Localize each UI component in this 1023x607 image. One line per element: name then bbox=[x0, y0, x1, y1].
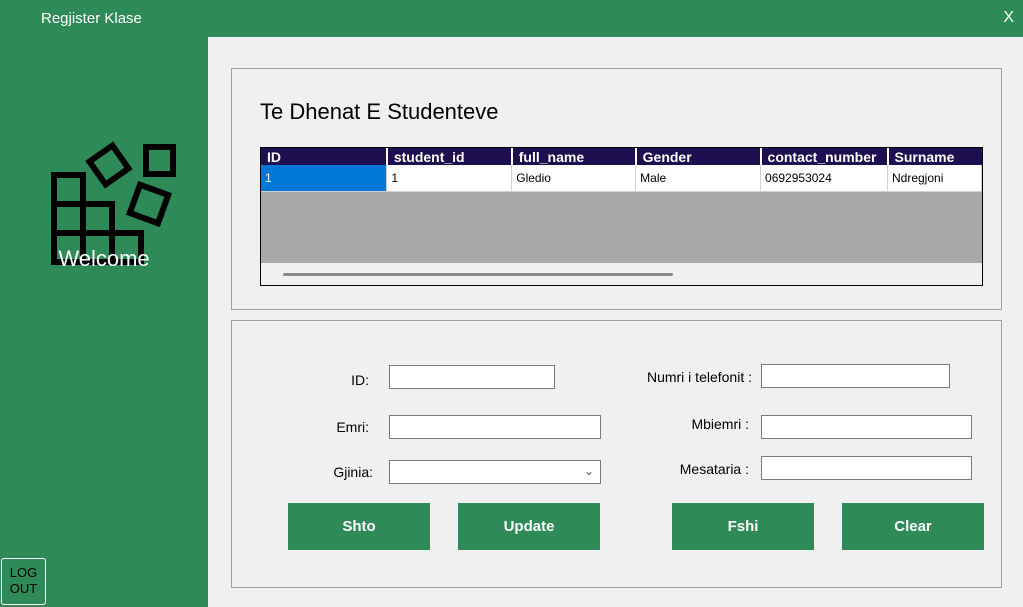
mesataria-input[interactable] bbox=[761, 456, 972, 480]
title-bar: Regjister Klase X bbox=[0, 0, 1023, 37]
column-header-full-name[interactable]: full_name bbox=[510, 148, 636, 165]
chevron-down-icon[interactable]: ⌄ bbox=[584, 464, 594, 478]
logout-label-line1: LOG bbox=[9, 565, 38, 580]
horizontal-scrollbar[interactable] bbox=[261, 263, 982, 285]
logout-button[interactable]: LOG OUT bbox=[1, 558, 46, 605]
gjinia-label: Gjinia: bbox=[333, 464, 373, 480]
grid-header-row: ID student_id full_name Gender contact_n… bbox=[261, 148, 982, 165]
scrollbar-thumb[interactable] bbox=[283, 273, 673, 276]
id-label: ID: bbox=[351, 372, 369, 388]
students-table-panel: Te Dhenat E Studenteve ID student_id ful… bbox=[231, 68, 1002, 310]
cell-id[interactable]: 1 bbox=[261, 165, 388, 192]
close-button[interactable]: X bbox=[1003, 9, 1014, 27]
student-form-panel: ID: Emri: Gjinia: ⌄ Numri i telefonit : … bbox=[231, 320, 1002, 588]
column-header-surname[interactable]: Surname bbox=[886, 148, 982, 165]
table-row[interactable]: 1 1 Gledio Male 0692953024 Ndregjoni bbox=[261, 165, 982, 192]
window-title: Regjister Klase bbox=[41, 10, 142, 27]
cell-full-name[interactable]: Gledio bbox=[511, 165, 637, 192]
id-input[interactable] bbox=[389, 365, 555, 389]
table-heading: Te Dhenat E Studenteve bbox=[260, 99, 499, 124]
students-grid[interactable]: ID student_id full_name Gender contact_n… bbox=[260, 147, 983, 286]
column-header-contact-number[interactable]: contact_number bbox=[759, 148, 888, 165]
mesataria-label: Mesataria : bbox=[679, 461, 749, 477]
mbiemri-input[interactable] bbox=[761, 415, 972, 439]
clear-button[interactable]: Clear bbox=[842, 503, 984, 550]
update-button[interactable]: Update bbox=[458, 503, 600, 550]
cell-surname[interactable]: Ndregjoni bbox=[887, 165, 982, 192]
shto-button[interactable]: Shto bbox=[288, 503, 430, 550]
column-header-id[interactable]: ID bbox=[261, 148, 387, 165]
cell-student-id[interactable]: 1 bbox=[386, 165, 513, 192]
emri-label: Emri: bbox=[336, 419, 369, 435]
cell-gender[interactable]: Male bbox=[635, 165, 762, 192]
column-header-student-id[interactable]: student_id bbox=[385, 148, 512, 165]
sidebar: Welcome LOG OUT bbox=[0, 37, 208, 607]
column-header-gender[interactable]: Gender bbox=[634, 148, 761, 165]
telefon-input[interactable] bbox=[761, 364, 950, 388]
fshi-button[interactable]: Fshi bbox=[672, 503, 814, 550]
logout-label-line2: OUT bbox=[9, 581, 38, 596]
gjinia-select[interactable]: ⌄ bbox=[389, 460, 601, 484]
cell-contact-number[interactable]: 0692953024 bbox=[760, 165, 888, 192]
emri-input[interactable] bbox=[389, 415, 601, 439]
welcome-text: Welcome bbox=[58, 246, 150, 271]
telefon-label: Numri i telefonit : bbox=[646, 369, 752, 385]
mbiemri-label: Mbiemri : bbox=[691, 416, 749, 432]
